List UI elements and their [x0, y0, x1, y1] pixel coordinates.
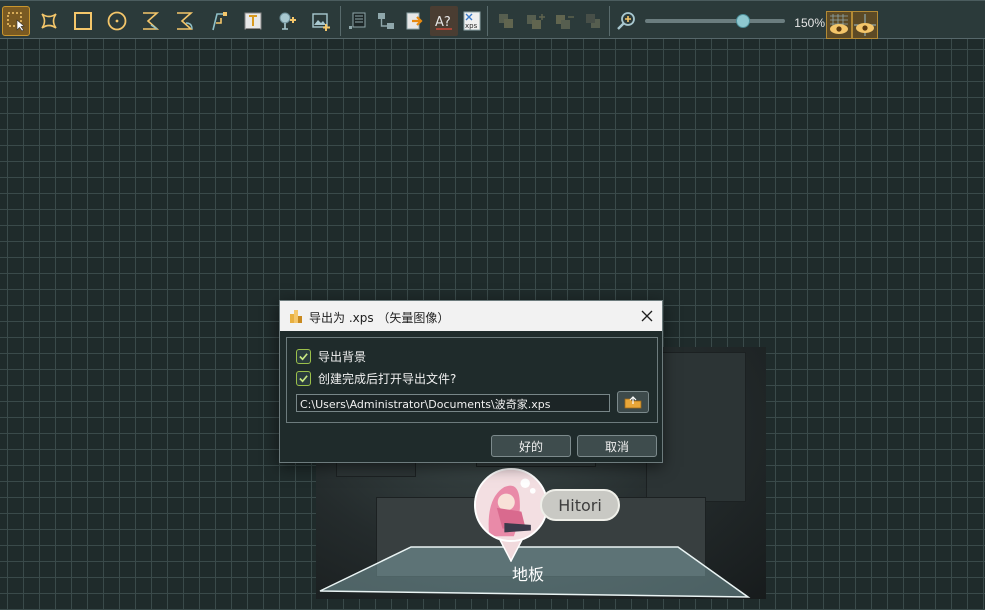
grid-list-icon: [349, 12, 366, 29]
browse-folder-button[interactable]: [617, 391, 649, 413]
cancel-button[interactable]: 取消: [577, 435, 657, 457]
guides-visibility-toggle[interactable]: [852, 11, 878, 39]
bezier-tool-icon: [143, 12, 160, 30]
bring-forward-icon: [527, 14, 545, 29]
open-after-export-checkbox[interactable]: [296, 370, 311, 386]
circle-tool-icon: [107, 11, 127, 31]
curve-tool-button[interactable]: [171, 6, 199, 36]
character-name-tag[interactable]: Hitori: [540, 489, 620, 521]
text-style-button[interactable]: A?: [430, 6, 458, 36]
export-icon: [406, 12, 423, 30]
bezier-tool-button[interactable]: [137, 6, 165, 36]
circle-tool-button[interactable]: [103, 6, 131, 36]
polygon-tool-icon: [41, 13, 57, 29]
folder-icon: [624, 396, 642, 409]
export-background-checkbox[interactable]: [296, 348, 311, 364]
svg-text:xps: xps: [465, 22, 478, 30]
zoom-icon: [617, 12, 635, 30]
export-button[interactable]: [401, 6, 429, 36]
dialog-close-button[interactable]: [632, 301, 662, 331]
character-portrait-icon: [476, 470, 546, 540]
actions-group: A? xps: [342, 6, 488, 36]
xps-export-icon: xps: [463, 11, 481, 31]
text-tool-icon: [244, 12, 262, 30]
grid-list-button[interactable]: [344, 6, 372, 36]
zoom-button[interactable]: [613, 6, 641, 36]
guides-eye-icon: [854, 14, 876, 36]
send-backward-button[interactable]: [550, 6, 578, 36]
bring-front-button[interactable]: [492, 6, 520, 36]
arrange-group: [489, 6, 610, 36]
xps-export-button[interactable]: xps: [458, 6, 486, 36]
text-tool-button[interactable]: [239, 6, 267, 36]
bring-forward-button[interactable]: [521, 6, 549, 36]
image-tool-button[interactable]: [307, 6, 335, 36]
toolbar: A? xps 150%: [0, 0, 985, 39]
export-background-label: 导出背景: [318, 349, 367, 364]
drawing-tools-group: [0, 6, 341, 36]
rectangle-tool-button[interactable]: [69, 6, 97, 36]
checkmark-icon: [299, 374, 308, 382]
ok-button[interactable]: 好的: [491, 435, 571, 457]
bring-front-icon: [499, 14, 513, 28]
send-back-button[interactable]: [579, 6, 607, 36]
connect-icon: [378, 13, 394, 29]
connect-button[interactable]: [372, 6, 400, 36]
polygon-tool-button[interactable]: [35, 6, 63, 36]
export-background-option[interactable]: 导出背景: [296, 347, 366, 365]
svg-text:A?: A?: [435, 15, 451, 30]
text-style-icon: A?: [435, 15, 452, 30]
rectangle-tool-icon: [74, 12, 92, 30]
export-options-group: 导出背景 创建完成后打开导出文件? C:\Users\Administrator…: [286, 337, 658, 423]
select-tool-button[interactable]: [2, 6, 30, 36]
send-back-icon: [586, 14, 600, 28]
zoom-slider-knob[interactable]: [736, 14, 750, 28]
open-after-export-option[interactable]: 创建完成后打开导出文件?: [296, 369, 456, 387]
zoom-level-label: 150%: [794, 16, 825, 30]
grid-visibility-toggle[interactable]: [826, 11, 852, 39]
grid-eye-icon: [830, 14, 848, 34]
export-path-input[interactable]: C:\Users\Administrator\Documents\波奇家.xps: [296, 394, 610, 412]
floor-label: 地板: [511, 565, 544, 584]
curve-tool-icon: [177, 12, 194, 30]
send-backward-icon: [556, 15, 574, 29]
path-tool-icon: [212, 12, 227, 31]
open-after-export-label: 创建完成后打开导出文件?: [318, 371, 457, 386]
zoom-slider[interactable]: [645, 14, 785, 28]
character-name: Hitori: [558, 495, 602, 515]
export-xps-dialog: 导出为 .xps （矢量图像） 导出背景 创建完成后打开导出文件? C:\Use…: [279, 300, 663, 463]
app-icon: [290, 310, 302, 323]
image-tool-icon: [312, 13, 330, 31]
dialog-title: 导出为 .xps （矢量图像）: [309, 311, 450, 325]
path-tool-button[interactable]: [205, 6, 233, 36]
close-icon: [641, 310, 653, 322]
select-tool-icon: [7, 12, 25, 32]
character-avatar[interactable]: [474, 468, 548, 542]
node-tool-icon: [279, 12, 296, 30]
node-tool-button[interactable]: [273, 6, 301, 36]
dialog-titlebar[interactable]: 导出为 .xps （矢量图像）: [280, 301, 662, 331]
checkmark-icon: [299, 352, 308, 360]
